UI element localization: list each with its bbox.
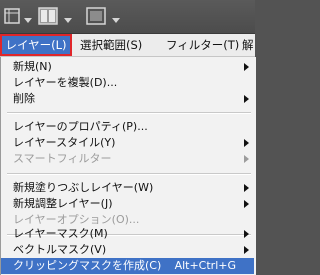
screen-mode-button[interactable]: [86, 6, 122, 26]
screen-mode-icon: [86, 7, 106, 25]
menu-separator: [7, 173, 251, 175]
menu-item-label: レイヤーのプロパティ(P)...: [13, 120, 148, 133]
menu-item-layer-properties[interactable]: レイヤーのプロパティ(P)...: [1, 119, 254, 135]
submenu-arrow-icon: [244, 155, 249, 163]
chevron-down-icon: [64, 18, 72, 23]
application-toolbar: [0, 0, 255, 34]
menu-item-layer-mask[interactable]: レイヤーマスク(M): [1, 226, 254, 242]
menu-item-label: 新規塗りつぶしレイヤー(W): [13, 181, 154, 194]
menu-item-smart-filter[interactable]: スマートフィルター: [1, 151, 254, 167]
submenu-arrow-icon: [244, 95, 249, 103]
arrange-documents-button[interactable]: [38, 6, 74, 26]
menu-item-label: スマートフィルター: [13, 152, 112, 165]
menu-item-vector-mask[interactable]: ベクトルマスク(V): [1, 242, 254, 258]
menu-item-duplicate-layer[interactable]: レイヤーを複製(D)...: [1, 75, 254, 91]
menubar-item-select[interactable]: 選択範囲(S): [80, 34, 142, 56]
submenu-arrow-icon: [244, 200, 249, 208]
menu-item-new[interactable]: 新規(N): [1, 59, 254, 75]
submenu-arrow-icon: [244, 230, 249, 238]
menu-item-label: クリッピングマスクを作成(C): [13, 259, 162, 272]
submenu-arrow-icon: [244, 63, 249, 71]
submenu-arrow-icon: [244, 139, 249, 147]
menu-item-layer-style[interactable]: レイヤースタイル(Y): [1, 135, 254, 151]
menu-item-label: 削除: [13, 92, 35, 105]
menu-item-new-adjustment-layer[interactable]: 新規調整レイヤー(J): [1, 196, 254, 212]
menu-item-label: 新規調整レイヤー(J): [13, 197, 113, 210]
submenu-arrow-icon: [244, 184, 249, 192]
menubar-item-filter[interactable]: フィルター(T): [166, 34, 239, 56]
menu-bar: レイヤー(L) 選択範囲(S) フィルター(T) 解: [0, 34, 255, 57]
menu-item-delete[interactable]: 削除: [1, 91, 254, 107]
view-extras-button[interactable]: [4, 6, 34, 26]
menu-item-create-clipping-mask[interactable]: クリッピングマスクを作成(C) Alt+Ctrl+G: [1, 258, 254, 274]
arrange-documents-icon: [38, 7, 58, 25]
menu-item-label: 新規(N): [13, 60, 52, 73]
layer-menu-dropdown: 新規(N) レイヤーを複製(D)... 削除 レイヤーのプロパティ(P)... …: [0, 57, 256, 275]
submenu-arrow-icon: [244, 246, 249, 254]
menu-separator: [7, 112, 251, 114]
menu-item-label: ベクトルマスク(V): [13, 243, 107, 256]
menu-item-label: レイヤーを複製(D)...: [13, 76, 118, 89]
view-extras-icon: [4, 8, 20, 24]
menu-item-shortcut: Alt+Ctrl+G: [174, 259, 236, 272]
chevron-down-icon: [24, 18, 32, 23]
chevron-down-icon: [112, 18, 120, 23]
menubar-item-analysis[interactable]: 解: [242, 34, 254, 56]
menu-item-label: レイヤースタイル(Y): [13, 136, 116, 149]
menubar-item-layer[interactable]: レイヤー(L): [2, 36, 70, 54]
menu-item-label: レイヤーマスク(M): [13, 227, 108, 240]
menu-item-new-fill-layer[interactable]: 新規塗りつぶしレイヤー(W): [1, 180, 254, 196]
